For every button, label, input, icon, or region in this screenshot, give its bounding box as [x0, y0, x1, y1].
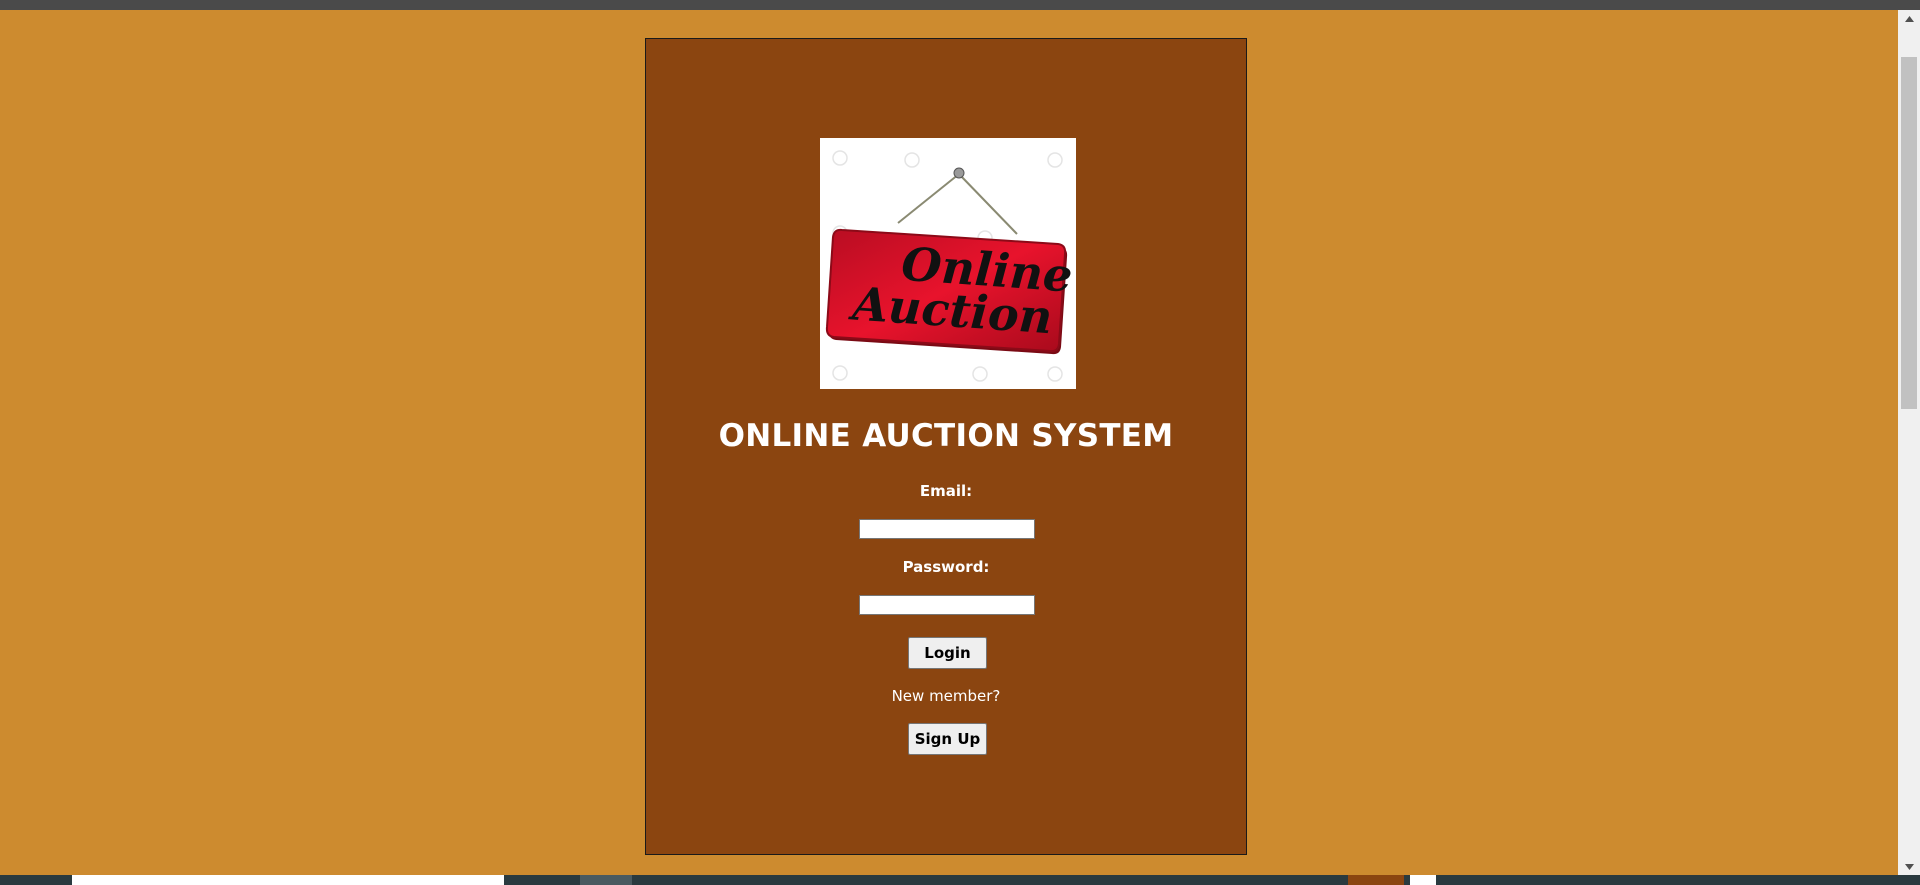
taskbar-window-item[interactable]: [1410, 875, 1436, 885]
login-button[interactable]: Login: [908, 637, 987, 669]
password-label: Password:: [902, 558, 990, 576]
scroll-up-arrow-icon[interactable]: [1898, 10, 1920, 27]
taskbar-window-item[interactable]: [1348, 875, 1404, 885]
browser-top-strip: [0, 0, 1920, 10]
online-auction-logo: Online Auction: [820, 138, 1076, 389]
hanging-sign-icon: Online Auction: [825, 150, 1074, 382]
login-panel: Online Auction ONLINE AUCTION SYSTEM Ema…: [645, 38, 1247, 855]
new-member-text: New member?: [891, 687, 1001, 705]
taskbar-window-item[interactable]: [72, 875, 504, 885]
vertical-scrollbar[interactable]: [1898, 10, 1920, 875]
page-title: ONLINE AUCTION SYSTEM: [718, 418, 1174, 454]
taskbar-window-item[interactable]: [580, 875, 632, 885]
password-input[interactable]: [859, 595, 1035, 615]
taskbar: [0, 875, 1920, 885]
scrollbar-thumb[interactable]: [1901, 57, 1917, 409]
email-label: Email:: [919, 482, 973, 500]
email-input[interactable]: [859, 519, 1035, 539]
page-viewport: Online Auction ONLINE AUCTION SYSTEM Ema…: [0, 10, 1898, 875]
scroll-down-arrow-icon[interactable]: [1898, 858, 1920, 875]
signup-button[interactable]: Sign Up: [908, 723, 987, 755]
